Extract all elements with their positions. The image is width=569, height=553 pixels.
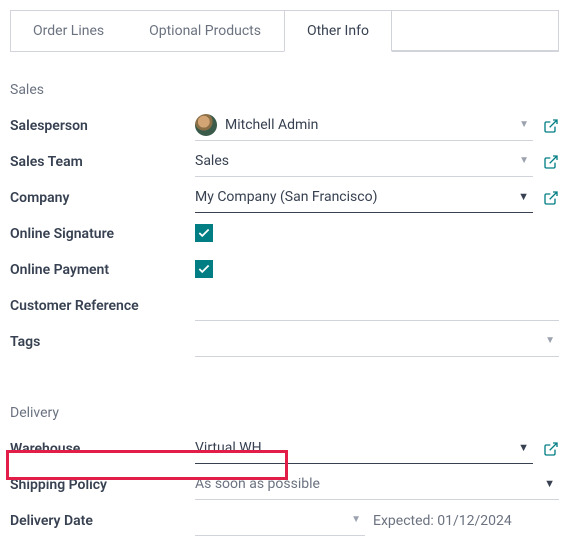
field-company: Company My Company (San Francisco) ▼ <box>10 180 559 216</box>
label-shipping-policy: Shipping Policy <box>10 477 195 493</box>
external-link-icon <box>543 118 559 134</box>
checkbox-online-payment[interactable] <box>195 260 213 278</box>
label-sales-team: Sales Team <box>10 154 195 170</box>
external-link-sales-team[interactable] <box>543 154 559 170</box>
avatar <box>195 114 217 136</box>
section-title-sales: Sales <box>10 82 559 98</box>
expected-delivery-text: Expected: 01/12/2024 <box>373 513 512 529</box>
section-title-delivery: Delivery <box>10 405 559 421</box>
input-warehouse[interactable]: Virtual WH ▼ <box>195 434 533 464</box>
chevron-down-icon[interactable]: ▼ <box>540 477 559 490</box>
input-sales-team[interactable]: Sales ▼ <box>195 147 533 177</box>
input-salesperson[interactable]: Mitchell Admin ▼ <box>195 111 533 141</box>
chevron-down-icon[interactable]: ▼ <box>514 190 533 203</box>
value-shipping-policy: As soon as possible <box>195 476 532 492</box>
field-salesperson: Salesperson Mitchell Admin ▼ <box>10 108 559 144</box>
chevron-down-icon[interactable]: ▼ <box>541 335 559 346</box>
label-warehouse: Warehouse <box>10 441 195 457</box>
value-company: My Company (San Francisco) <box>195 189 506 205</box>
field-tags: Tags ▼ <box>10 324 559 360</box>
external-link-warehouse[interactable] <box>543 441 559 457</box>
checkbox-online-signature[interactable] <box>195 224 213 242</box>
field-customer-reference: Customer Reference <box>10 288 559 324</box>
input-delivery-date[interactable]: ▼ <box>195 506 365 536</box>
field-shipping-policy: Shipping Policy As soon as possible ▼ <box>10 467 559 503</box>
chevron-down-icon[interactable]: ▼ <box>514 441 533 454</box>
field-delivery-date: Delivery Date ▼ Expected: 01/12/2024 <box>10 503 559 539</box>
chevron-down-icon[interactable]: ▼ <box>347 514 365 525</box>
label-online-signature: Online Signature <box>10 226 195 242</box>
label-tags: Tags <box>10 334 195 350</box>
chevron-down-icon[interactable]: ▼ <box>515 155 533 166</box>
field-sales-team: Sales Team Sales ▼ <box>10 144 559 180</box>
value-sales-team: Sales <box>195 153 507 169</box>
external-link-salesperson[interactable] <box>543 118 559 134</box>
label-salesperson: Salesperson <box>10 118 195 134</box>
tab-other-info[interactable]: Other Info <box>284 11 392 52</box>
external-link-icon <box>543 190 559 206</box>
section-sales: Sales Salesperson Mitchell Admin ▼ Sales… <box>0 82 569 360</box>
input-customer-reference[interactable] <box>195 291 559 321</box>
tab-optional-products[interactable]: Optional Products <box>127 11 284 51</box>
value-salesperson: Mitchell Admin <box>225 117 507 133</box>
label-customer-reference: Customer Reference <box>10 298 195 314</box>
field-online-signature: Online Signature <box>10 216 559 252</box>
external-link-company[interactable] <box>543 190 559 206</box>
tab-bar: Order Lines Optional Products Other Info <box>10 10 559 52</box>
input-company[interactable]: My Company (San Francisco) ▼ <box>195 183 533 213</box>
field-warehouse: Warehouse Virtual WH ▼ <box>10 431 559 467</box>
field-online-payment: Online Payment <box>10 252 559 288</box>
tab-order-lines[interactable]: Order Lines <box>11 11 127 51</box>
label-online-payment: Online Payment <box>10 262 195 278</box>
external-link-icon <box>543 154 559 170</box>
check-icon <box>197 226 211 240</box>
chevron-down-icon[interactable]: ▼ <box>515 119 533 130</box>
value-warehouse: Virtual WH <box>195 440 506 456</box>
check-icon <box>197 262 211 276</box>
input-tags[interactable]: ▼ <box>195 327 559 357</box>
label-company: Company <box>10 190 195 206</box>
section-delivery: Delivery Warehouse Virtual WH ▼ Shipping… <box>0 405 569 539</box>
external-link-icon <box>543 441 559 457</box>
label-delivery-date: Delivery Date <box>10 513 195 529</box>
input-shipping-policy[interactable]: As soon as possible ▼ <box>195 470 559 500</box>
